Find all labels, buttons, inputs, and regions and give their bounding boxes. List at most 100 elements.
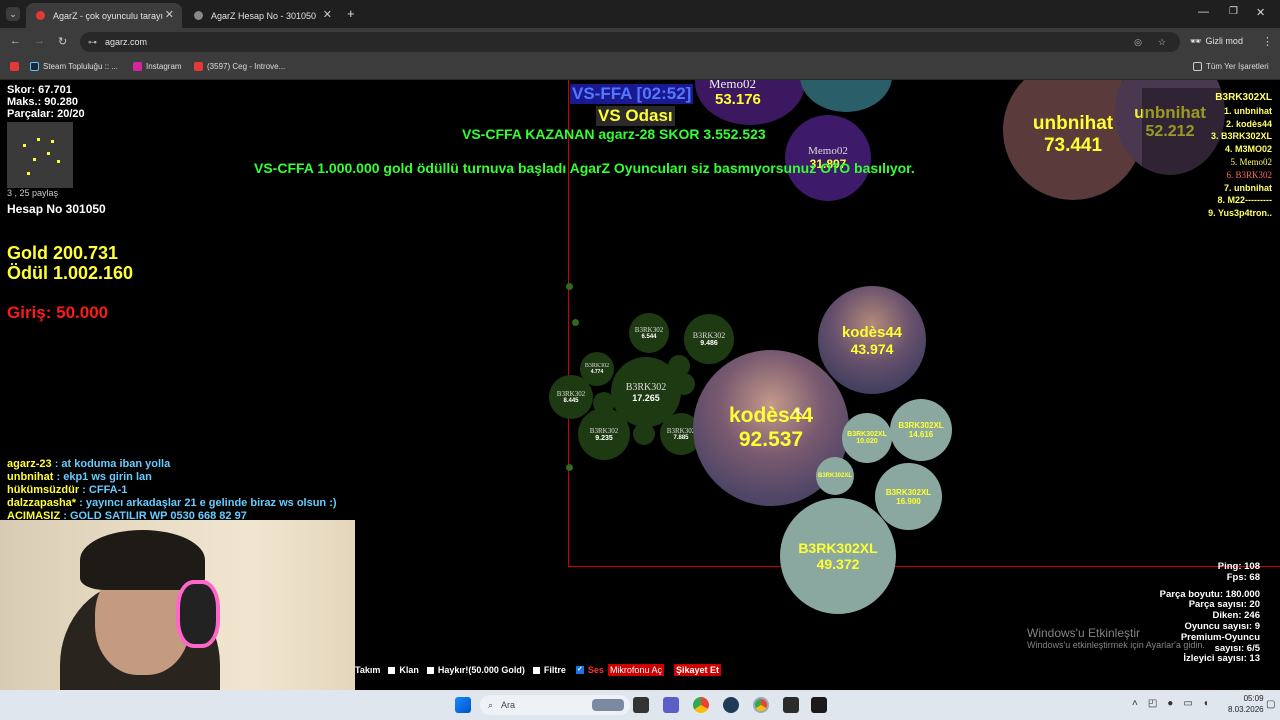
address-bar[interactable]: ⊶ agarz.com ◎ ☆ <box>80 32 1180 52</box>
app-icon[interactable] <box>783 697 799 713</box>
maximize-icon[interactable]: ❐ <box>1229 6 1238 17</box>
pieces-text: Parçalar: 20/20 <box>7 108 85 120</box>
food-pellet <box>572 319 579 326</box>
volume-icon[interactable]: ◖ <box>1203 698 1209 709</box>
minimap[interactable] <box>7 122 73 188</box>
incognito-indicator[interactable]: 🕶 Gizli mod <box>1190 36 1243 47</box>
bookmark-instagram[interactable]: Instagram <box>133 62 182 71</box>
chat-text: : ekp1 ws girin lan <box>53 471 152 483</box>
site-info-icon[interactable]: ⊶ <box>88 32 97 52</box>
bookmark-label: Tüm Yer İşaretleri <box>1206 62 1269 71</box>
sound-label: Ses <box>587 665 604 675</box>
cell-mass: 92.537 <box>738 428 804 451</box>
player-cell-b3rk302xl-main: B3RK302XL 49.372 <box>780 498 896 614</box>
cell-mass: 16.900 <box>896 496 921 506</box>
back-icon[interactable]: ← <box>10 35 21 47</box>
chat-text: : at koduma iban yolla <box>51 458 171 470</box>
cell-name: B3RK302XL <box>847 431 887 438</box>
cell-name: B3RK302XL <box>898 421 944 430</box>
cell-mass: 14.616 <box>908 430 934 439</box>
cell-mass: 6.544 <box>641 334 657 340</box>
all-bookmarks[interactable]: Tüm Yer İşaretleri <box>1193 62 1269 71</box>
chrome-icon[interactable] <box>693 697 709 713</box>
tab-search-button[interactable]: ⌄ <box>6 7 20 21</box>
game-canvas[interactable]: Memo02 53.176 Memo02 31.897 unbnihat 73.… <box>0 80 1280 690</box>
close-tab-icon[interactable]: ✕ <box>165 8 174 21</box>
player-cell-b3rk302-tiny <box>593 392 615 414</box>
filter-checkbox[interactable] <box>532 666 540 674</box>
battery-icon[interactable]: ▭ <box>1183 698 1192 709</box>
cell-mass: 7.885 <box>673 435 689 441</box>
cell-name: kodès44 <box>841 323 903 341</box>
chevron-up-icon[interactable]: ˄ <box>1132 698 1138 709</box>
eye-off-icon[interactable]: ◎ <box>1134 32 1142 52</box>
tab-account[interactable]: AgarZ Hesap No - 301050 ✕ <box>184 3 340 28</box>
bookmark-star-icon[interactable]: ☆ <box>1158 32 1166 52</box>
clock[interactable]: 05:09 8.03.2026 <box>1228 693 1264 715</box>
chat-message: unbnihat : ekp1 ws girin lan <box>7 471 337 484</box>
activation-watermark: Windows'u Etkinleştir Windows'u etkinleş… <box>1027 626 1205 650</box>
chrome-active-icon[interactable] <box>753 697 769 713</box>
clan-checkbox[interactable] <box>388 666 396 674</box>
filter-label: Filtre <box>543 665 566 675</box>
leaderboard-row: 9. Yus3p4tron.. <box>1208 208 1272 219</box>
incognito-label: Gizli mod <box>1205 36 1243 46</box>
cell-name: unbnihat <box>1032 113 1114 134</box>
complaint-button[interactable]: Şikayet Et <box>673 664 721 676</box>
tab-strip: ⌄ AgarZ - çok oyunculu tarayıcı o ✕ Agar… <box>0 0 1280 28</box>
shout-checkbox[interactable] <box>426 666 434 674</box>
winner-announcement: VS-CFFA KAZANAN agarz-28 SKOR 3.552.523 <box>462 126 766 142</box>
tab-title: AgarZ - çok oyunculu tarayıcı o <box>53 10 163 21</box>
forward-icon[interactable]: → <box>34 35 45 47</box>
room-title: VS Odası <box>596 106 675 126</box>
chat-user: unbnihat <box>7 471 54 483</box>
tab-agarz[interactable]: AgarZ - çok oyunculu tarayıcı o ✕ <box>26 3 182 28</box>
new-tab-icon[interactable]: + <box>347 6 355 21</box>
bookmark-steam[interactable]: Steam Topluluğu :: ... <box>30 62 118 71</box>
task-view-icon[interactable] <box>633 697 649 713</box>
taskbar-search[interactable]: ⌕ Ara <box>480 695 630 715</box>
youtube-icon <box>194 62 203 71</box>
chat-message: hükümsüzdür : CFFA-1 <box>7 484 337 497</box>
minimize-icon[interactable]: — <box>1198 6 1209 18</box>
bookmark-apps[interactable] <box>10 62 19 71</box>
mouse-cursor-icon: ↖ <box>794 405 805 419</box>
folder-icon <box>1193 62 1202 71</box>
close-tab-icon[interactable]: ✕ <box>323 8 332 21</box>
window-close-icon[interactable]: ✕ <box>1256 6 1265 19</box>
tab-title: AgarZ Hesap No - 301050 <box>211 10 317 21</box>
score-panel: Skor: 67.701 Maks.: 90.280 Parçalar: 20/… <box>7 84 85 120</box>
leaderboard-row: 8. M22--------- <box>1217 195 1273 206</box>
cell-mass: 53.176 <box>715 91 761 108</box>
player-cell-teal <box>800 80 892 112</box>
mic-icon[interactable]: ● <box>1167 698 1173 709</box>
bookmark-label: Instagram <box>146 62 182 71</box>
bookmark-youtube[interactable]: (3597) Ceg - Introve... <box>194 62 285 71</box>
entry-fee-text: Giriş: 50.000 <box>7 303 109 322</box>
steam-taskbar-icon[interactable] <box>723 697 739 713</box>
webcam-overlay <box>0 520 355 690</box>
max-score-text: Maks.: 90.280 <box>7 96 78 108</box>
cell-name: B3RK302 <box>634 326 664 334</box>
reload-icon[interactable]: ↻ <box>58 35 67 48</box>
leaderboard-row: 1. unbnihat <box>1224 105 1272 116</box>
leaderboard-title: B3RK302XL <box>1215 92 1272 103</box>
network-icon[interactable]: ◰ <box>1148 698 1157 709</box>
cell-mass: 10.020 <box>856 438 878 445</box>
watermark-subtitle: Windows'u etkinleştirmek için Ayarlar'a … <box>1027 640 1205 650</box>
chat-box: agarz-23 : at koduma iban yolla unbnihat… <box>7 458 337 523</box>
chat-text: : yayıncı arkadaşlar 21 e gelinde biraz … <box>76 497 337 509</box>
menu-icon[interactable]: ⋮ <box>1262 35 1273 48</box>
teams-icon[interactable] <box>663 697 679 713</box>
chat-text: : CFFA-1 <box>79 484 128 496</box>
obs-icon[interactable] <box>811 697 827 713</box>
mic-button[interactable]: Mikrofonu Aç <box>607 664 664 676</box>
notification-icon[interactable]: ▢ <box>1266 699 1275 710</box>
clock-date: 8.03.2026 <box>1228 705 1264 714</box>
windows-start-icon[interactable] <box>455 697 471 713</box>
sound-checkbox[interactable]: ✓ <box>575 666 584 674</box>
cell-name: B3RK302 <box>625 381 667 393</box>
cell-mass: 43.974 <box>850 340 894 357</box>
cell-name: B3RK302XL <box>885 487 932 497</box>
team-label[interactable]: Takım <box>355 665 380 675</box>
